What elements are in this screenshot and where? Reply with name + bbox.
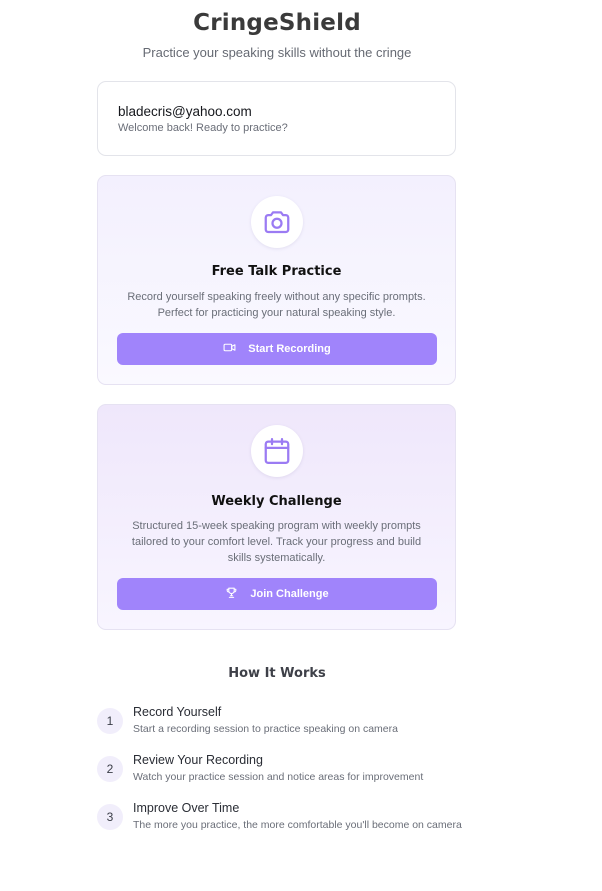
weekly-challenge-card: Weekly Challenge Structured 15-week spea… <box>97 404 456 630</box>
free-talk-card: Free Talk Practice Record yourself speak… <box>97 175 456 385</box>
start-recording-label: Start Recording <box>248 343 331 355</box>
weekly-challenge-title: Weekly Challenge <box>211 494 342 509</box>
step-description: Start a recording session to practice sp… <box>133 723 398 735</box>
user-card: bladecris@yahoo.com Welcome back! Ready … <box>97 81 456 156</box>
video-icon <box>223 341 236 357</box>
step-number: 3 <box>97 804 123 830</box>
step-title: Record Yourself <box>133 705 222 719</box>
step-item: 1 Record Yourself Start a recording sess… <box>97 705 467 737</box>
app-title: CringeShield <box>193 10 361 36</box>
step-description: Watch your practice session and notice a… <box>133 771 424 783</box>
user-email: bladecris@yahoo.com <box>118 104 252 119</box>
app-subtitle: Practice your speaking skills without th… <box>142 45 412 60</box>
step-title: Improve Over Time <box>133 801 240 815</box>
calendar-icon <box>251 425 303 477</box>
welcome-message: Welcome back! Ready to practice? <box>118 122 288 134</box>
app-header: CringeShield Practice your speaking skil… <box>0 10 554 60</box>
step-description: The more you practice, the more comforta… <box>133 819 462 831</box>
step-item: 2 Review Your Recording Watch your pract… <box>97 753 467 785</box>
trophy-icon <box>225 586 238 602</box>
step-number: 2 <box>97 756 123 782</box>
camera-icon <box>251 196 303 248</box>
weekly-challenge-description: Structured 15-week speaking program with… <box>131 520 422 564</box>
how-it-works-title: How It Works <box>228 666 326 681</box>
step-number: 1 <box>97 708 123 734</box>
free-talk-description: Record yourself speaking freely without … <box>127 291 426 319</box>
step-title: Review Your Recording <box>133 753 263 767</box>
start-recording-button[interactable]: Start Recording <box>117 333 437 365</box>
free-talk-title: Free Talk Practice <box>211 264 342 279</box>
step-item: 3 Improve Over Time The more you practic… <box>97 801 467 833</box>
join-challenge-button[interactable]: Join Challenge <box>117 578 437 610</box>
join-challenge-label: Join Challenge <box>250 588 329 600</box>
